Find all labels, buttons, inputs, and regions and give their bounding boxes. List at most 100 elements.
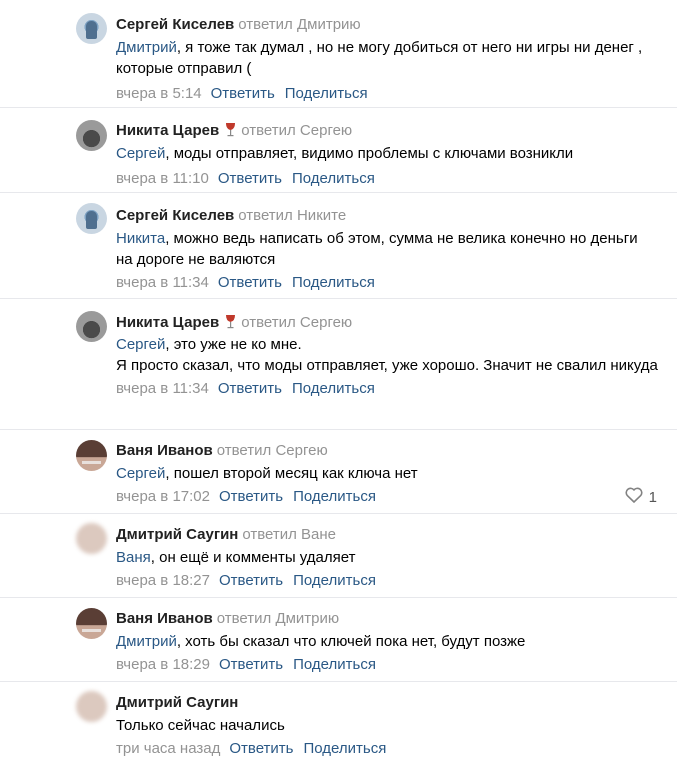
comment-text: Сергей, пошел второй месяц как ключа нет: [116, 463, 677, 484]
reply-button[interactable]: Ответить: [219, 488, 283, 505]
comment: Дмитрий Саугин Только сейчас начались тр…: [0, 682, 677, 763]
avatar[interactable]: [76, 691, 107, 722]
author-name[interactable]: Сергей Киселев: [116, 16, 234, 33]
comment-time[interactable]: вчера в 18:29: [116, 656, 210, 673]
comment-header: Дмитрий Саугин ответил Ване: [116, 525, 677, 545]
reply-button[interactable]: Ответить: [229, 740, 293, 757]
comment-body-line-2: Я просто сказал, что моды отправляет, уж…: [116, 357, 658, 374]
addressee-link[interactable]: Никита: [116, 230, 165, 247]
share-button[interactable]: Поделиться: [303, 740, 386, 757]
author-name[interactable]: Сергей Киселев: [116, 207, 234, 224]
comments-thread: Сергей Киселев ответил Дмитрию Дмитрий, я…: [0, 0, 677, 763]
comment-text: Только сейчас начались: [116, 715, 677, 736]
share-button[interactable]: Поделиться: [293, 572, 376, 589]
author-name[interactable]: Дмитрий Саугин: [116, 526, 238, 543]
avatar[interactable]: [76, 440, 107, 471]
comment-header: Дмитрий Саугин: [116, 693, 677, 713]
like-button[interactable]: 1: [625, 487, 657, 509]
comment-text: Никита, можно ведь написать об этом, сум…: [116, 228, 656, 270]
reply-button[interactable]: Ответить: [218, 170, 282, 187]
comment-body: , он ещё и комменты удаляет: [150, 549, 356, 566]
reply-button[interactable]: Ответить: [218, 380, 282, 397]
replied-to[interactable]: ответил Дмитрию: [217, 610, 339, 627]
comment: Ваня Иванов ответил Сергею Сергей, пошел …: [0, 430, 677, 514]
comment-text: Сергей, моды отправляет, видимо проблемы…: [116, 143, 656, 164]
comment: Ваня Иванов ответил Дмитрию Дмитрий, хоть…: [0, 598, 677, 682]
reply-button[interactable]: Ответить: [219, 572, 283, 589]
avatar[interactable]: [76, 311, 107, 342]
comment-time[interactable]: вчера в 11:34: [116, 380, 209, 397]
wine-glass-icon: [225, 314, 236, 335]
comment-header: Никита Царев ответил Сергею: [116, 121, 677, 141]
comment-time[interactable]: вчера в 17:02: [116, 488, 210, 505]
addressee-link[interactable]: Сергей: [116, 465, 165, 482]
comment-time[interactable]: три часа назад: [116, 740, 220, 757]
author-name[interactable]: Дмитрий Саугин: [116, 694, 238, 711]
avatar[interactable]: [76, 523, 107, 554]
comment: Никита Царев ответил Сергею Сергей, это у…: [0, 299, 677, 430]
comment-body: , моды отправляет, видимо проблемы с клю…: [165, 145, 574, 162]
author-name[interactable]: Ваня Иванов: [116, 442, 213, 459]
comment-meta: вчера в 18:27 Ответить Поделиться: [116, 571, 677, 591]
avatar[interactable]: [76, 13, 107, 44]
reply-button[interactable]: Ответить: [219, 656, 283, 673]
addressee-link[interactable]: Дмитрий: [116, 633, 177, 650]
heart-outline-icon: [625, 487, 643, 509]
comment: Сергей Киселев ответил Никите Никита, мож…: [0, 193, 677, 299]
share-button[interactable]: Поделиться: [292, 274, 375, 291]
reply-button[interactable]: Ответить: [218, 274, 282, 291]
comment-body: Только сейчас начались: [116, 717, 285, 734]
comment-header: Ваня Иванов ответил Дмитрию: [116, 609, 677, 629]
comment-meta: вчера в 11:10 Ответить Поделиться: [116, 169, 677, 189]
addressee-link[interactable]: Сергей: [116, 145, 165, 162]
share-button[interactable]: Поделиться: [292, 170, 375, 187]
comment-meta: три часа назад Ответить Поделиться: [116, 739, 677, 759]
comment-meta: вчера в 11:34 Ответить Поделиться: [116, 273, 677, 293]
replied-to[interactable]: ответил Сергею: [217, 442, 328, 459]
author-name[interactable]: Ваня Иванов: [116, 610, 213, 627]
comment-meta: вчера в 18:29 Ответить Поделиться: [116, 655, 677, 675]
comment-text: Ваня, он ещё и комменты удаляет: [116, 547, 677, 568]
replied-to[interactable]: ответил Никите: [238, 207, 346, 224]
comment-body: , это уже не ко мне.: [165, 336, 302, 353]
replied-to[interactable]: ответил Ване: [242, 526, 336, 543]
comment-time[interactable]: вчера в 11:10: [116, 170, 209, 187]
comment-meta: вчера в 5:14 Ответить Поделиться: [116, 84, 677, 104]
avatar[interactable]: [76, 120, 107, 151]
comment-header: Сергей Киселев ответил Никите: [116, 206, 677, 226]
addressee-link[interactable]: Дмитрий: [116, 39, 177, 56]
comment-meta: вчера в 11:34 Ответить Поделиться: [116, 379, 677, 399]
addressee-link[interactable]: Ваня: [116, 549, 151, 566]
avatar[interactable]: [76, 203, 107, 234]
like-count: 1: [648, 489, 657, 506]
replied-to[interactable]: ответил Сергею: [241, 314, 352, 331]
share-button[interactable]: Поделиться: [293, 488, 376, 505]
comment-text: Дмитрий, я тоже так думал , но не могу д…: [116, 37, 646, 79]
share-button[interactable]: Поделиться: [285, 85, 368, 102]
comment-body: , можно ведь написать об этом, сумма не …: [116, 230, 638, 268]
comment-text: Сергей, это уже не ко мне. Я просто сказ…: [116, 334, 661, 376]
replied-to[interactable]: ответил Сергею: [241, 122, 352, 139]
share-button[interactable]: Поделиться: [292, 380, 375, 397]
comment-time[interactable]: вчера в 18:27: [116, 572, 210, 589]
comment-header: Сергей Киселев ответил Дмитрию: [116, 15, 677, 35]
avatar[interactable]: [76, 608, 107, 639]
wine-glass-icon: [225, 122, 236, 143]
share-button[interactable]: Поделиться: [293, 656, 376, 673]
comment-body: , я тоже так думал , но не могу добиться…: [116, 39, 643, 77]
comment: Никита Царев ответил Сергею Сергей, моды …: [0, 108, 677, 193]
comment: Дмитрий Саугин ответил Ване Ваня, он ещё …: [0, 514, 677, 598]
author-name[interactable]: Никита Царев: [116, 314, 219, 331]
comment-header: Ваня Иванов ответил Сергею: [116, 441, 677, 461]
comment: Сергей Киселев ответил Дмитрию Дмитрий, я…: [0, 0, 677, 108]
author-name[interactable]: Никита Царев: [116, 122, 219, 139]
comment-meta: вчера в 17:02 Ответить Поделиться 1: [116, 487, 677, 507]
comment-time[interactable]: вчера в 11:34: [116, 274, 209, 291]
comment-body: , пошел второй месяц как ключа нет: [165, 465, 418, 482]
comment-time[interactable]: вчера в 5:14: [116, 85, 202, 102]
comment-header: Никита Царев ответил Сергею: [116, 313, 677, 333]
addressee-link[interactable]: Сергей: [116, 336, 165, 353]
reply-button[interactable]: Ответить: [211, 85, 275, 102]
replied-to[interactable]: ответил Дмитрию: [238, 16, 360, 33]
comment-body: , хоть бы сказал что ключей пока нет, бу…: [176, 633, 526, 650]
